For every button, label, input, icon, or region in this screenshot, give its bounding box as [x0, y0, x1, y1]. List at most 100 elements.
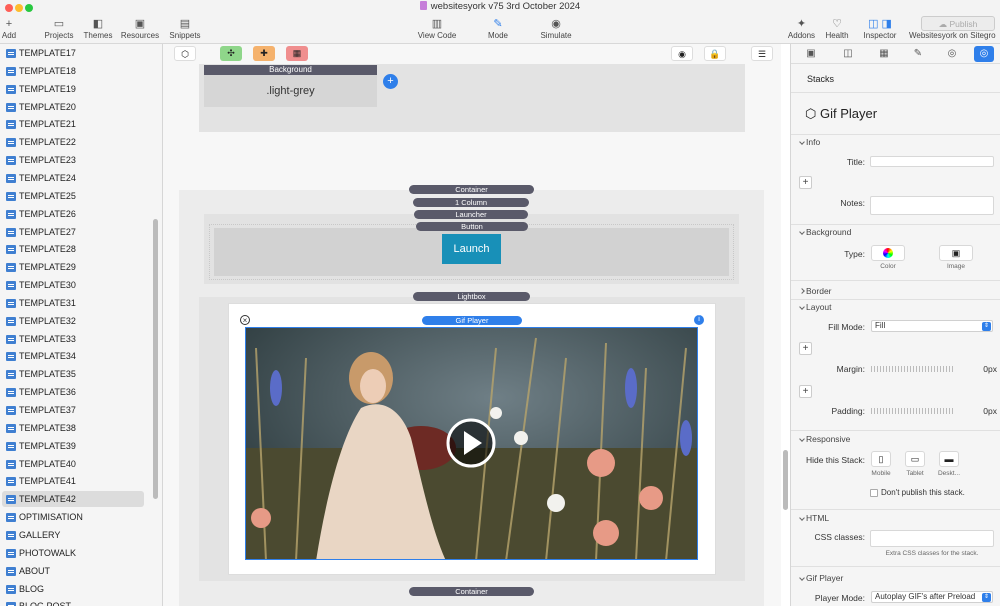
launch-button[interactable]: Launch [442, 234, 501, 264]
sidebar-item[interactable]: TEMPLATE30 [2, 277, 144, 293]
sidebar-item[interactable]: TEMPLATE19 [2, 81, 144, 97]
sidebar-item[interactable]: TEMPLATE17 [2, 45, 144, 61]
sidebar-item[interactable]: TEMPLATE25 [2, 188, 144, 204]
background-box[interactable]: .light-grey [204, 75, 377, 107]
fill-mode-select[interactable]: Fill ⇕ [871, 320, 993, 332]
title-field[interactable] [870, 156, 994, 167]
play-icon[interactable] [446, 418, 496, 468]
tab-stacks[interactable]: ◎ [974, 46, 994, 62]
tab-layout[interactable]: ▦ [874, 46, 894, 62]
sidebar-item[interactable]: TEMPLATE29 [2, 259, 144, 275]
color-type-button[interactable] [871, 245, 905, 261]
view-code-button[interactable]: ▥ View Code [414, 17, 460, 40]
orange-stack-button[interactable]: ✚ [253, 46, 275, 61]
stack-icon-button[interactable]: ⬡ [174, 46, 196, 61]
sidebar-item[interactable]: TEMPLATE32 [2, 313, 144, 329]
sidebar-item[interactable]: TEMPLATE24 [2, 170, 144, 186]
lightbox-tag[interactable]: Lightbox [413, 292, 530, 301]
sidebar-item[interactable]: TEMPLATE31 [2, 295, 144, 311]
resources-button[interactable]: ▣ Resources [119, 17, 161, 40]
tab-settings[interactable]: ◎ [942, 46, 962, 62]
add-padding-button[interactable]: + [799, 385, 812, 398]
sidebar-item[interactable]: TEMPLATE39 [2, 438, 144, 454]
tab-page[interactable]: ▣ [801, 46, 821, 62]
sidebar-item[interactable]: TEMPLATE38 [2, 420, 144, 436]
add-stack-button[interactable]: + [383, 74, 398, 89]
sidebar-item[interactable]: TEMPLATE21 [2, 116, 144, 132]
sidebar-item[interactable]: TEMPLATE27 [2, 224, 144, 240]
publish-button[interactable]: ☁ Publish [921, 16, 995, 31]
section-border[interactable]: Border [806, 286, 832, 296]
sidebar-item[interactable]: TEMPLATE18 [2, 63, 144, 79]
gif-player-image[interactable] [245, 327, 698, 560]
sidebar-item[interactable]: OPTIMISATION [2, 509, 144, 525]
sidebar-item-label: TEMPLATE37 [19, 405, 76, 415]
add-margin-button[interactable]: + [799, 342, 812, 355]
padding-slider[interactable] [871, 408, 953, 414]
container-bottom-tag[interactable]: Container [409, 587, 534, 596]
simulate-button[interactable]: ◉ Simulate [537, 17, 575, 40]
sidebar-item[interactable]: TEMPLATE26 [2, 206, 144, 222]
hide-mobile-button[interactable]: ▯ [871, 451, 891, 467]
preview-eye-button[interactable]: ◉ [671, 46, 693, 61]
sidebar-item[interactable]: ABOUT [2, 563, 144, 579]
button-tag[interactable]: Button [416, 222, 528, 231]
player-mode-select[interactable]: Autoplay GIF's after Preload ⇕ [871, 591, 993, 603]
section-html[interactable]: HTML [806, 513, 829, 523]
projects-button[interactable]: ▭ Projects [42, 17, 76, 40]
sidebar-item[interactable]: TEMPLATE41 [2, 473, 144, 489]
sidebar-item[interactable]: GALLERY [2, 527, 144, 543]
sidebar-item[interactable]: TEMPLATE22 [2, 134, 144, 150]
sidebar-item[interactable]: TEMPLATE23 [2, 152, 144, 168]
css-classes-field[interactable] [870, 530, 994, 547]
sidebar-item[interactable]: PHOTOWALK [2, 545, 144, 561]
green-stack-button[interactable]: ✣ [220, 46, 242, 61]
sidebar-item[interactable]: TEMPLATE28 [2, 241, 144, 257]
settings-sliders-button[interactable]: ☰ [751, 46, 773, 61]
mode-button[interactable]: ✎ Mode [483, 17, 513, 40]
tab-site[interactable]: ◫ [838, 46, 858, 62]
page-icon [6, 530, 16, 540]
sidebar-item[interactable]: TEMPLATE42 [2, 491, 144, 508]
remove-stack-icon[interactable]: × [240, 315, 250, 325]
section-layout[interactable]: Layout [806, 302, 832, 312]
one-column-tag[interactable]: 1 Column [413, 198, 529, 207]
sidebar-item[interactable]: TEMPLATE40 [2, 456, 144, 472]
themes-button[interactable]: ◧ Themes [81, 17, 115, 40]
dont-publish-checkbox[interactable] [870, 489, 878, 497]
sidebar-item[interactable]: TEMPLATE20 [2, 99, 144, 115]
info-icon[interactable]: i [694, 315, 704, 325]
addons-button[interactable]: ✦ Addons [786, 17, 817, 40]
sliders-icon: ☰ [757, 49, 767, 59]
launcher-tag[interactable]: Launcher [414, 210, 528, 219]
sidebar-item[interactable]: TEMPLATE34 [2, 348, 144, 364]
container-tag[interactable]: Container [409, 185, 534, 194]
sidebar-item[interactable]: BLOG [2, 581, 144, 597]
inspector-button[interactable]: ◫ ◨ Inspector [860, 17, 900, 40]
sidebar-item[interactable]: BLOG POST [2, 598, 144, 606]
section-gif-player[interactable]: Gif Player [806, 573, 843, 583]
canvas-scrollbar[interactable] [783, 450, 788, 510]
image-type-button[interactable]: ▣ [939, 245, 973, 261]
section-info[interactable]: Info [806, 137, 820, 147]
lock-button[interactable]: 🔒 [704, 46, 726, 61]
gif-player-tag[interactable]: Gif Player [422, 316, 522, 325]
sidebar-item[interactable]: TEMPLATE33 [2, 331, 144, 347]
section-responsive[interactable]: Responsive [806, 434, 850, 444]
snippets-button[interactable]: ▤ Snippets [166, 17, 204, 40]
add-button[interactable]: + Add [1, 17, 17, 40]
sidebar-item[interactable]: TEMPLATE35 [2, 366, 144, 382]
add-title-button[interactable]: + [799, 176, 812, 189]
margin-slider[interactable] [871, 366, 953, 372]
sidebar-item[interactable]: TEMPLATE37 [2, 402, 144, 418]
tab-tags[interactable]: ✎ [908, 46, 928, 62]
health-button[interactable]: ♡ Health [822, 17, 852, 40]
notes-field[interactable] [870, 196, 994, 215]
red-stack-button[interactable]: ▦ [286, 46, 308, 61]
sidebar-scrollbar[interactable] [153, 219, 158, 499]
hide-desktop-button[interactable]: ▬ [939, 451, 959, 467]
section-background[interactable]: Background [806, 227, 851, 237]
sidebar-item[interactable]: TEMPLATE36 [2, 384, 144, 400]
background-tag[interactable]: Background [204, 65, 377, 75]
hide-tablet-button[interactable]: ▭ [905, 451, 925, 467]
